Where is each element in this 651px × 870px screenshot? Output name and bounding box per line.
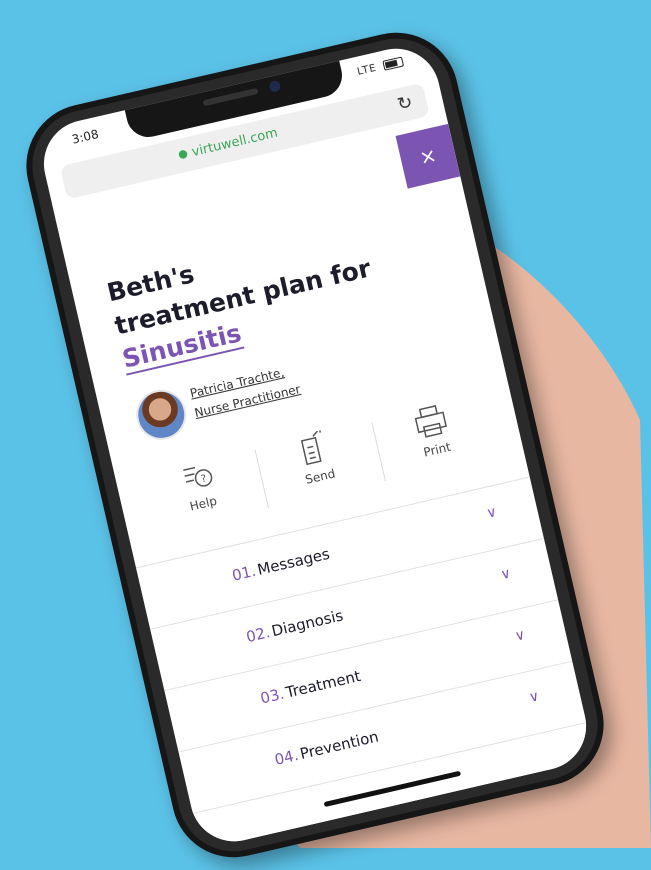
send-button[interactable]: Send [261,422,374,513]
section-number: 01. [230,561,258,585]
reload-icon[interactable]: ↻ [395,92,414,116]
status-time: 3:08 [70,126,100,147]
help-icon: ? [183,466,213,487]
section-number: 04. [272,745,301,769]
section-label: Diagnosis [269,606,345,641]
section-label: Prevention [298,727,381,764]
battery-icon [382,56,405,71]
provider-info: Patricia Trachte, Nurse Practitioner [131,365,302,451]
speaker-grille [202,87,259,107]
signal-label: LTE [356,62,378,78]
status-right: LTE [356,56,405,78]
chevron-down-icon: ∨ [527,688,542,707]
help-label: Help [188,493,219,514]
send-label: Send [303,466,337,487]
section-label: Treatment [283,666,363,702]
close-button[interactable]: × [395,123,461,189]
section-number: 02. [244,623,272,647]
section-number: 03. [258,684,286,708]
printer-icon [414,405,447,438]
provider-avatar [131,384,192,445]
print-button[interactable]: Print [378,395,491,486]
front-camera [268,79,282,93]
send-icon [300,427,322,466]
print-label: Print [422,439,453,460]
lock-icon: ● [176,146,190,162]
help-button[interactable]: ? Help [144,449,257,540]
chevron-down-icon: ∨ [513,626,527,645]
chevron-down-icon: ∨ [499,565,513,584]
section-label: Messages [255,544,332,579]
svg-text:?: ? [200,473,208,485]
chevron-down-icon: ∨ [484,504,499,522]
url-text: virtuwell.com [190,125,280,160]
page-title: Beth's treatment plan for Sinusitis [104,218,382,376]
